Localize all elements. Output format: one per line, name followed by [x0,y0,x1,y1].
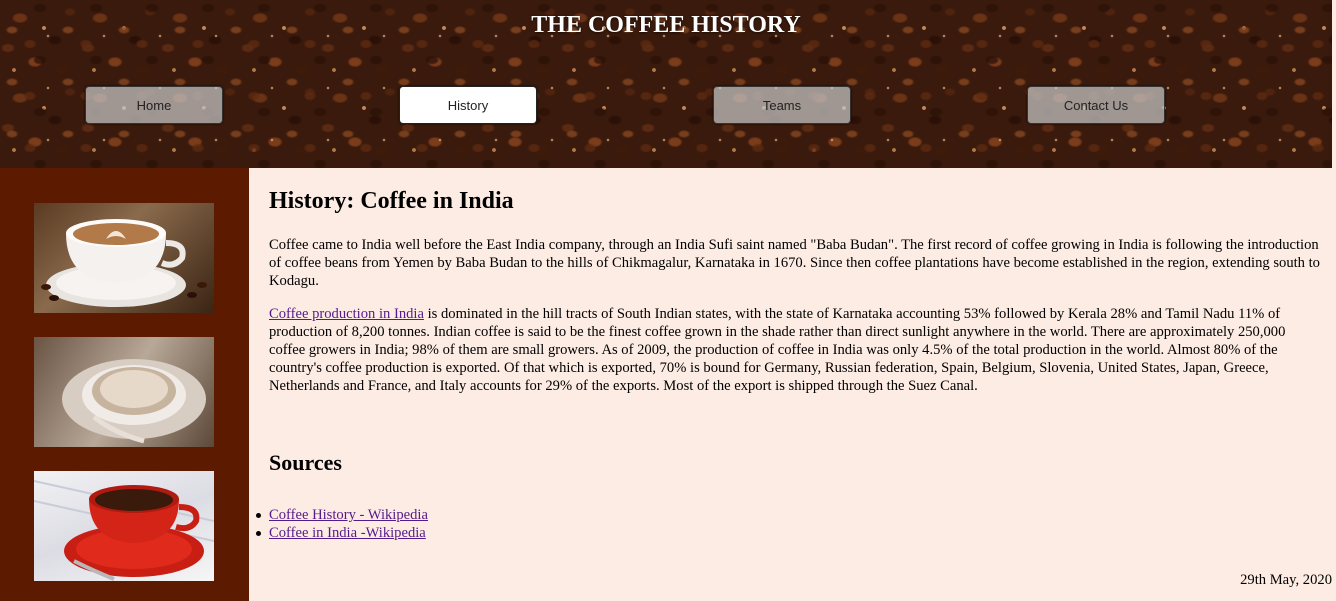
site-title: THE COFFEE HISTORY [531,12,801,38]
nav-home-button[interactable]: Home [85,86,223,124]
coffee-production-link[interactable]: Coffee production in India [269,306,424,322]
sources-list: Coffee History - Wikipedia Coffee in Ind… [256,506,428,542]
production-paragraph: Coffee production in India is dominated … [269,305,1324,395]
red-coffee-cup-image [34,471,214,581]
nav-teams-button[interactable]: Teams [713,86,851,124]
nav-contact-button[interactable]: Contact Us [1027,86,1165,124]
footer-date: 29th May, 2020 [1240,572,1332,588]
header-banner: THE COFFEE HISTORY Home History Teams Co… [0,0,1332,168]
nav-history-button[interactable]: History [399,86,537,124]
latte-art-cup-image [34,203,214,313]
cappuccino-cup-image [34,337,214,447]
source-link-coffee-history[interactable]: Coffee History - Wikipedia [269,507,428,523]
source-link-coffee-in-india[interactable]: Coffee in India -Wikipedia [269,525,426,541]
list-item: Coffee in India -Wikipedia [256,524,428,542]
intro-paragraph: Coffee came to India well before the Eas… [269,237,1320,289]
sidebar [0,168,249,601]
list-item: Coffee History - Wikipedia [256,506,428,524]
page-title: History: Coffee in India [269,188,514,214]
sources-heading: Sources [269,450,342,475]
